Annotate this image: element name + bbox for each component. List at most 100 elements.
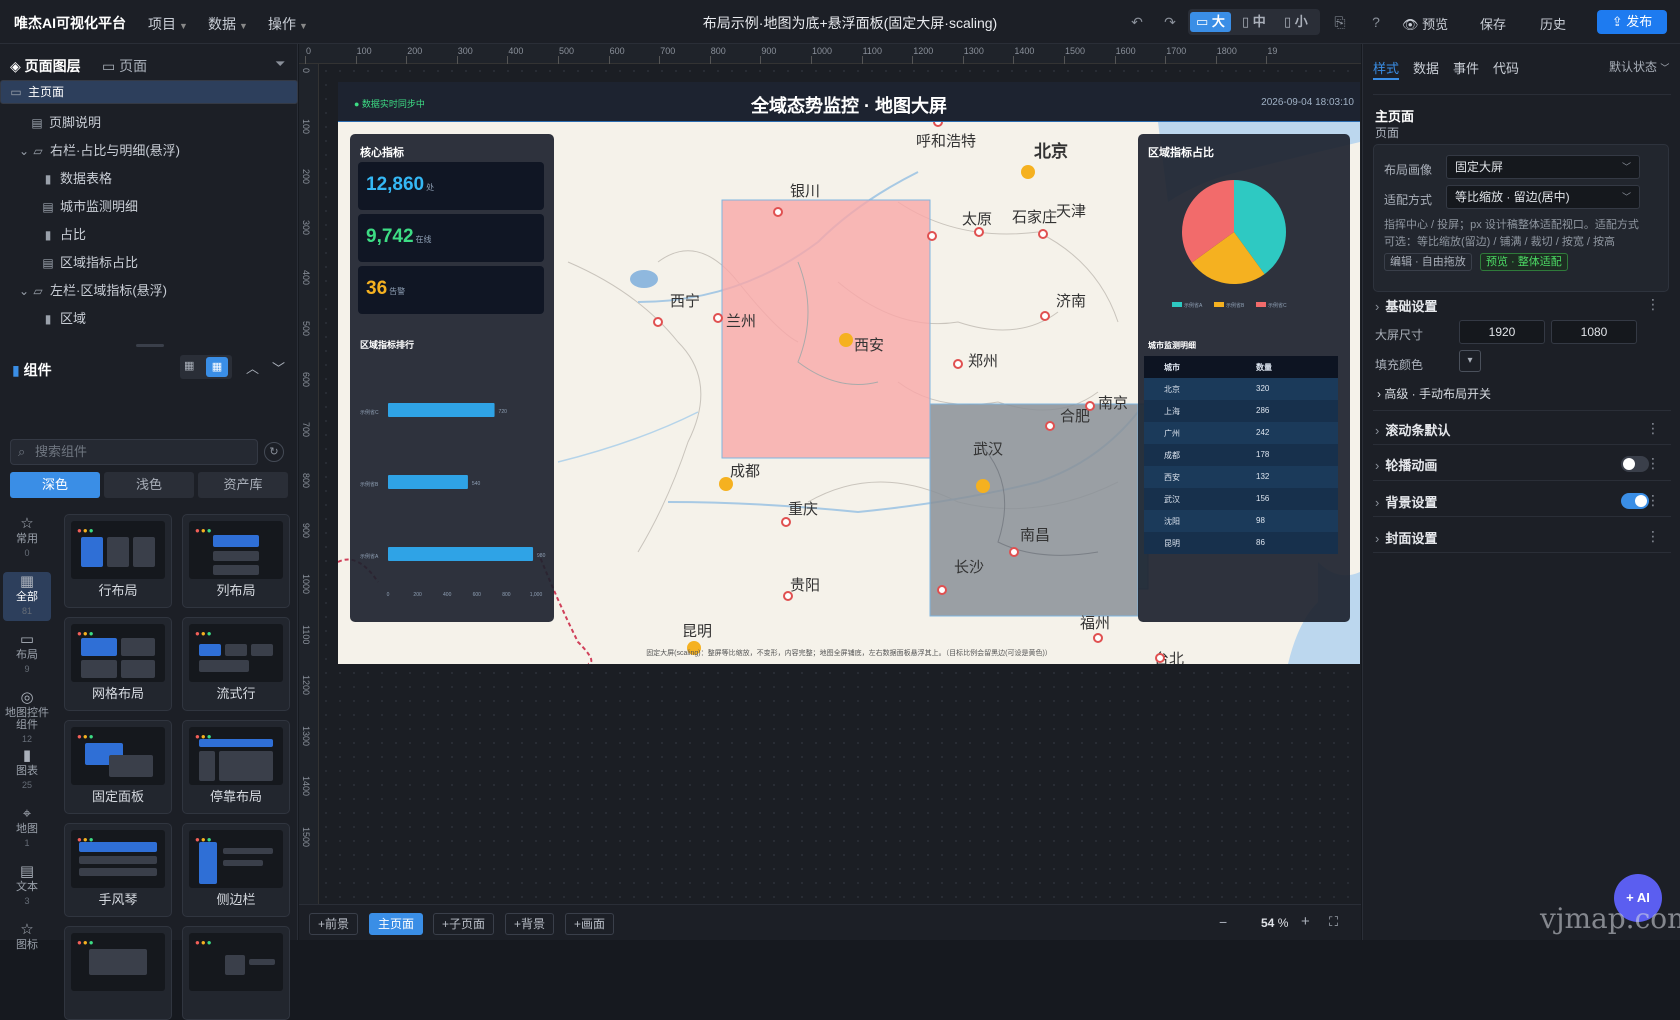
- component-card[interactable]: ●●●: [64, 926, 172, 1020]
- city-marker[interactable]: [937, 585, 947, 595]
- city-marker[interactable]: [953, 359, 963, 369]
- device-small-button[interactable]: ▯ 小: [1278, 12, 1314, 32]
- fill-color-picker[interactable]: ▾: [1459, 350, 1481, 372]
- redo-icon[interactable]: ↷: [1160, 12, 1180, 32]
- more-icon[interactable]: ⋮: [1646, 528, 1660, 545]
- component-card[interactable]: ●●● 网格布局: [64, 617, 172, 711]
- asset-library-button[interactable]: 资产库: [198, 472, 288, 498]
- component-card[interactable]: ●●● 流式行: [182, 617, 290, 711]
- component-card[interactable]: ●●● 列布局: [182, 514, 290, 608]
- caret-down-icon[interactable]: ⌄: [19, 276, 29, 306]
- tree-item[interactable]: ▤ 区域指标占比: [0, 248, 298, 278]
- left-float-panel[interactable]: 核心指标 12,860 处 9,742 在线 36 告警 区域指标排行 示例省C 720 示例…: [350, 134, 554, 622]
- city-marker[interactable]: [783, 591, 793, 601]
- city-marker[interactable]: [713, 313, 723, 323]
- add-background-button[interactable]: +背景: [505, 913, 555, 935]
- category-7[interactable]: ☆ 图标: [3, 920, 51, 955]
- share-icon[interactable]: ⎘: [1330, 12, 1350, 32]
- expand-down-icon[interactable]: ﹀: [272, 358, 285, 377]
- component-card[interactable]: ●●● 手风琴: [64, 823, 172, 917]
- zoom-in-icon[interactable]: +: [1301, 913, 1310, 930]
- resize-handle[interactable]: [136, 344, 164, 347]
- undo-icon[interactable]: ↶: [1127, 12, 1147, 32]
- city-marker[interactable]: [1038, 229, 1048, 239]
- main-page-button[interactable]: 主页面: [369, 913, 424, 935]
- save-button[interactable]: 保存: [1480, 14, 1506, 33]
- city-marker[interactable]: [781, 517, 791, 527]
- right-float-panel[interactable]: 区域指标占比 示例省A 示例省B 示例省C 城市监测明细 城市 数量 北京 320 上海 28…: [1138, 134, 1350, 622]
- component-card[interactable]: ●●● 固定面板: [64, 720, 172, 814]
- category-2[interactable]: ▭ 布局 9: [3, 630, 51, 679]
- category-4[interactable]: ▮ 图表 25: [3, 746, 51, 795]
- height-input[interactable]: 1080: [1551, 320, 1637, 344]
- more-icon[interactable]: ⋮: [1646, 492, 1660, 509]
- tree-item[interactable]: ⌄ ▱ 右栏·占比与明细(悬浮): [0, 136, 298, 166]
- help-icon[interactable]: ?: [1366, 12, 1386, 32]
- add-foreground-button[interactable]: +前景: [309, 913, 359, 935]
- caret-down-icon[interactable]: ⌄: [19, 136, 29, 166]
- theme-light-button[interactable]: 浅色: [104, 472, 194, 498]
- city-marker[interactable]: [719, 477, 733, 491]
- component-card[interactable]: ●●● 侧边栏: [182, 823, 290, 917]
- component-search-input[interactable]: ⌕ 搜索组件: [10, 439, 258, 465]
- background-toggle[interactable]: [1621, 493, 1649, 509]
- more-icon[interactable]: ⋮: [1646, 420, 1660, 437]
- grid-small-icon[interactable]: ▦: [184, 359, 202, 375]
- fullscreen-icon[interactable]: ⛶: [1329, 914, 1338, 930]
- category-3[interactable]: ◎ 地图控件组件 12: [3, 688, 51, 749]
- carousel-section[interactable]: 轮播动画: [1375, 455, 1437, 474]
- layout-select[interactable]: 固定大屏 ﹀: [1446, 155, 1640, 179]
- filter-icon[interactable]: ⏷: [275, 56, 285, 72]
- more-icon[interactable]: ⋮: [1646, 455, 1660, 472]
- city-marker[interactable]: [653, 317, 663, 327]
- tree-item[interactable]: ▮ 占比: [0, 220, 298, 250]
- category-6[interactable]: ▤ 文本 3: [3, 862, 51, 911]
- component-card[interactable]: ●●●: [182, 926, 290, 1020]
- tab-events[interactable]: 事件: [1453, 58, 1479, 77]
- city-marker[interactable]: [1021, 165, 1035, 179]
- city-marker[interactable]: [773, 207, 783, 217]
- city-marker[interactable]: [1085, 401, 1095, 411]
- preview-button[interactable]: 👁 预览: [1402, 14, 1448, 33]
- component-card[interactable]: ●●● 停靠布局: [182, 720, 290, 814]
- city-marker[interactable]: [1045, 421, 1055, 431]
- width-input[interactable]: 1920: [1459, 320, 1545, 344]
- zoom-out-icon[interactable]: −: [1219, 914, 1227, 930]
- background-section[interactable]: 背景设置: [1375, 492, 1437, 511]
- category-1[interactable]: ▦ 全部 81: [3, 572, 51, 621]
- category-0[interactable]: ☆ 常用 0: [3, 514, 51, 563]
- scrollbar-section[interactable]: 滚动条默认: [1375, 420, 1450, 439]
- city-marker[interactable]: [1040, 311, 1050, 321]
- device-medium-button[interactable]: ▯ 中: [1236, 12, 1272, 32]
- city-marker[interactable]: [976, 479, 990, 493]
- tab-data[interactable]: 数据: [1413, 58, 1439, 77]
- tree-item[interactable]: ▮ 数据表格: [0, 164, 298, 194]
- tree-item[interactable]: ▤ 页脚说明: [0, 108, 298, 138]
- tab-code[interactable]: 代码: [1493, 58, 1519, 77]
- tab-style[interactable]: 样式: [1373, 58, 1399, 77]
- history-button[interactable]: 历史: [1540, 14, 1566, 33]
- tree-item[interactable]: ⌄ ▱ 左栏·区域指标(悬浮): [0, 276, 298, 306]
- cover-section[interactable]: 封面设置: [1375, 528, 1437, 547]
- city-marker[interactable]: [1093, 633, 1103, 643]
- add-screen-button[interactable]: +画面: [565, 913, 615, 935]
- city-marker[interactable]: [839, 333, 853, 347]
- add-subpage-button[interactable]: +子页面: [433, 913, 495, 935]
- tab-pages[interactable]: ▭ 页面: [102, 56, 147, 76]
- device-large-button[interactable]: ▭ 大: [1190, 12, 1231, 32]
- more-icon[interactable]: ⋮: [1646, 296, 1660, 313]
- dashboard-screen[interactable]: 呼和浩特 北京 银川 太原 石家庄 天津 西宁 济南 兰州 西安 郑州 合肥 南京 武汉 成都 重庆 南昌 长沙贵…: [338, 82, 1360, 664]
- city-marker[interactable]: [1009, 547, 1019, 557]
- basic-settings-section[interactable]: 基础设置: [1375, 296, 1437, 315]
- theme-dark-button[interactable]: 深色: [10, 472, 100, 498]
- tree-item[interactable]: ▮ 区域: [0, 304, 298, 334]
- fit-select[interactable]: 等比缩放 · 留边(居中) ﹀: [1446, 185, 1640, 209]
- advanced-toggle[interactable]: › 高级 · 手动布局开关: [1377, 385, 1491, 402]
- component-card[interactable]: ●●● 行布局: [64, 514, 172, 608]
- city-marker[interactable]: [927, 231, 937, 241]
- tab-layers[interactable]: ◈ 页面图层: [10, 56, 81, 76]
- collapse-up-icon[interactable]: ︿: [246, 358, 259, 377]
- tree-item[interactable]: ▭ 主页面: [0, 80, 298, 104]
- city-marker[interactable]: [974, 227, 984, 237]
- tree-item[interactable]: ▤ 城市监测明细: [0, 192, 298, 222]
